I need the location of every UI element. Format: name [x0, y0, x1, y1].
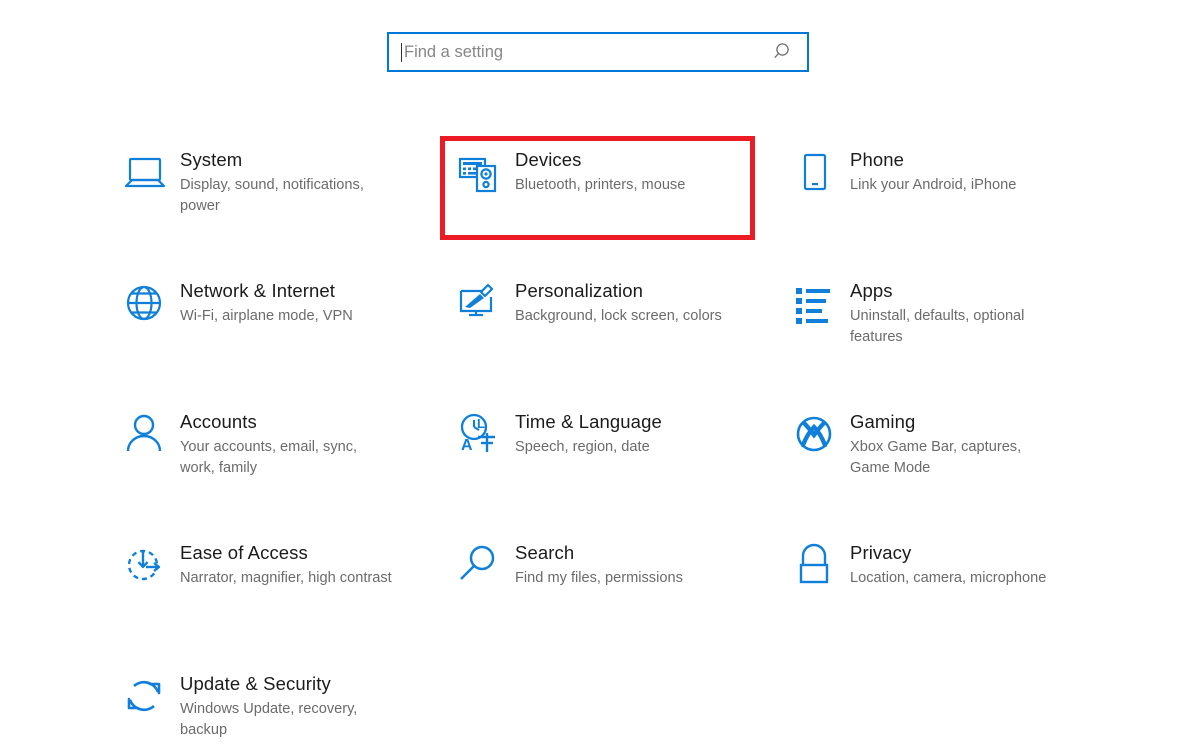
settings-tile-time-language[interactable]: L A Time & Language Speech, region, date	[453, 402, 788, 533]
tile-text: Privacy Location, camera, microphone	[850, 541, 1123, 589]
tile-title: System	[180, 148, 431, 172]
smartphone-icon	[788, 148, 850, 202]
tile-text: Apps Uninstall, defaults, optional featu…	[850, 279, 1123, 348]
tile-text: Time & Language Speech, region, date	[515, 410, 788, 458]
tile-row: Ease of Access Narrator, magnifier, high…	[118, 533, 1123, 664]
tile-text: Ease of Access Narrator, magnifier, high…	[180, 541, 453, 589]
globe-icon	[118, 279, 180, 333]
tile-subtitle: Xbox Game Bar, captures, Game Mode	[850, 437, 1064, 479]
tile-title: Ease of Access	[180, 541, 431, 565]
tile-title: Phone	[850, 148, 1101, 172]
ease-of-access-icon	[118, 541, 180, 595]
lock-icon	[788, 541, 850, 595]
tile-title: Devices	[515, 148, 766, 172]
xbox-icon	[788, 410, 850, 464]
tile-text: System Display, sound, notifications, po…	[180, 148, 453, 217]
clock-language-icon: L A	[453, 410, 515, 464]
tile-subtitle: Windows Update, recovery, backup	[180, 699, 394, 741]
settings-tile-grid: System Display, sound, notifications, po…	[118, 140, 1123, 750]
tile-placeholder	[788, 664, 1123, 750]
tile-text: Accounts Your accounts, email, sync, wor…	[180, 410, 453, 479]
tile-text: Update & Security Windows Update, recove…	[180, 672, 453, 741]
tile-text: Search Find my files, permissions	[515, 541, 788, 589]
settings-tile-gaming[interactable]: Gaming Xbox Game Bar, captures, Game Mod…	[788, 402, 1123, 533]
tile-row: Update & Security Windows Update, recove…	[118, 664, 1123, 750]
keyboard-and-device-icon	[453, 148, 515, 202]
tile-subtitle: Uninstall, defaults, optional features	[850, 306, 1064, 348]
tile-row: Accounts Your accounts, email, sync, wor…	[118, 402, 1123, 533]
settings-tile-system[interactable]: System Display, sound, notifications, po…	[118, 140, 453, 271]
tile-subtitle: Location, camera, microphone	[850, 568, 1064, 589]
settings-tile-apps[interactable]: Apps Uninstall, defaults, optional featu…	[788, 271, 1123, 402]
tile-subtitle: Display, sound, notifications, power	[180, 175, 394, 217]
tile-subtitle: Bluetooth, printers, mouse	[515, 175, 729, 196]
tile-subtitle: Wi-Fi, airplane mode, VPN	[180, 306, 394, 327]
tile-subtitle: Speech, region, date	[515, 437, 729, 458]
tile-text: Devices Bluetooth, printers, mouse	[515, 148, 788, 196]
person-icon	[118, 410, 180, 464]
settings-tile-devices[interactable]: Devices Bluetooth, printers, mouse	[453, 140, 788, 271]
tile-title: Apps	[850, 279, 1101, 303]
tile-text: Personalization Background, lock screen,…	[515, 279, 788, 327]
tile-title: Update & Security	[180, 672, 431, 696]
tile-title: Network & Internet	[180, 279, 431, 303]
settings-tile-update-security[interactable]: Update & Security Windows Update, recove…	[118, 664, 453, 750]
tile-row: System Display, sound, notifications, po…	[118, 140, 1123, 271]
monitor-brush-icon	[453, 279, 515, 333]
list-icon	[788, 279, 850, 333]
settings-tile-search[interactable]: Search Find my files, permissions	[453, 533, 788, 664]
refresh-arrows-icon	[118, 672, 180, 726]
search-box[interactable]	[387, 32, 809, 72]
tile-title: Gaming	[850, 410, 1101, 434]
magnifier-icon	[453, 541, 515, 595]
tile-subtitle: Background, lock screen, colors	[515, 306, 729, 327]
tile-subtitle: Your accounts, email, sync, work, family	[180, 437, 394, 479]
tile-title: Personalization	[515, 279, 766, 303]
tile-text: Phone Link your Android, iPhone	[850, 148, 1123, 196]
tile-subtitle: Find my files, permissions	[515, 568, 729, 589]
settings-tile-personalization[interactable]: Personalization Background, lock screen,…	[453, 271, 788, 402]
tile-title: Accounts	[180, 410, 431, 434]
laptop-icon	[118, 148, 180, 202]
settings-tile-privacy[interactable]: Privacy Location, camera, microphone	[788, 533, 1123, 664]
tile-subtitle: Link your Android, iPhone	[850, 175, 1064, 196]
tile-title: Privacy	[850, 541, 1101, 565]
settings-tile-ease-of-access[interactable]: Ease of Access Narrator, magnifier, high…	[118, 533, 453, 664]
settings-home-page: System Display, sound, notifications, po…	[0, 0, 1192, 750]
text-caret	[401, 43, 402, 62]
settings-tile-phone[interactable]: Phone Link your Android, iPhone	[788, 140, 1123, 271]
tile-subtitle: Narrator, magnifier, high contrast	[180, 568, 394, 589]
tile-text: Network & Internet Wi-Fi, airplane mode,…	[180, 279, 453, 327]
svg-text:A: A	[461, 437, 473, 454]
tile-placeholder	[453, 664, 788, 750]
svg-text:L: L	[477, 416, 485, 431]
settings-tile-accounts[interactable]: Accounts Your accounts, email, sync, wor…	[118, 402, 453, 533]
tile-row: Network & Internet Wi-Fi, airplane mode,…	[118, 271, 1123, 402]
search-icon[interactable]	[771, 39, 797, 65]
tile-text: Gaming Xbox Game Bar, captures, Game Mod…	[850, 410, 1123, 479]
settings-tile-network-internet[interactable]: Network & Internet Wi-Fi, airplane mode,…	[118, 271, 453, 402]
tile-title: Search	[515, 541, 766, 565]
tile-title: Time & Language	[515, 410, 766, 434]
search-input[interactable]	[404, 34, 771, 70]
